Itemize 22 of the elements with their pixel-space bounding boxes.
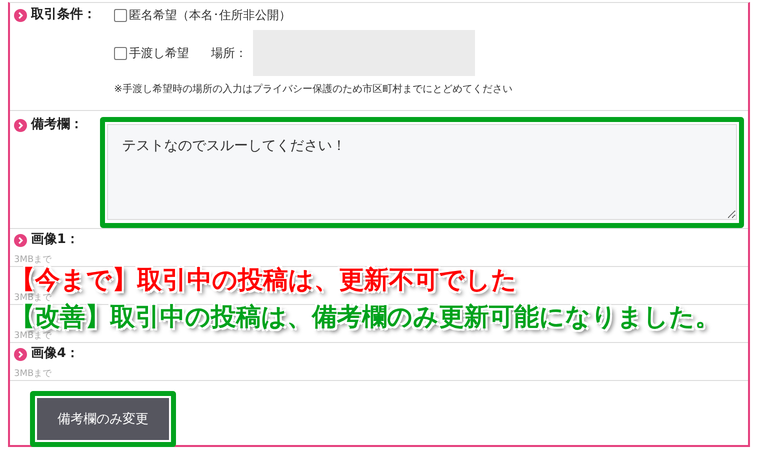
chevron-right-icon [14, 234, 27, 247]
annotation-text: 【改善】取引中の投稿は、備考欄のみ更新可能になりました。 [10, 304, 720, 330]
chevron-right-icon [14, 348, 27, 361]
save-button[interactable]: 備考欄のみ変更 [37, 398, 169, 440]
size-hint: 3MBまで [14, 330, 53, 342]
field-label: 備考欄： [31, 117, 83, 133]
field-label: 場所： [211, 44, 247, 62]
field-label: 画像1： [31, 232, 80, 248]
field-label: 取引条件： [31, 7, 96, 23]
option-label: 匿名希望（本名･住所非公開） [129, 7, 291, 24]
size-hint: 3MBまで [14, 292, 53, 304]
checkbox[interactable] [114, 46, 127, 60]
note-text: ※手渡し希望時の場所の入力はプライバシー保護のため市区町村までにとどめてください [114, 82, 512, 96]
size-hint: 3MBまで [14, 368, 53, 380]
chevron-right-icon [14, 119, 27, 132]
field-label: 画像4： [31, 346, 80, 362]
option-label: 手渡し希望 [129, 44, 189, 62]
chevron-right-icon [14, 9, 27, 22]
remarks-field[interactable]: テストなのでスルーしてください！ [107, 124, 737, 220]
size-hint: 3MBまで [14, 254, 53, 266]
checkbox[interactable] [114, 9, 127, 22]
annotation-text: 【今まで】取引中の投稿は、更新不可でした [10, 267, 517, 293]
